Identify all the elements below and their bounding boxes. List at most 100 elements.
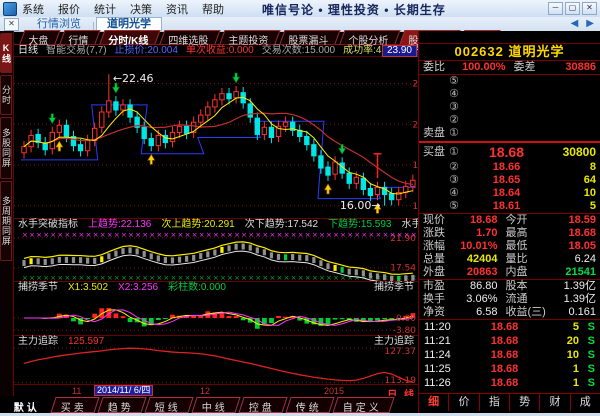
fund-label-2: 股本 xyxy=(498,280,554,293)
app-logo-icon xyxy=(3,2,17,16)
buy-row-3: ④18.6410 xyxy=(419,187,600,200)
buy-row-0: 买盘①18.6830800 xyxy=(419,144,600,161)
svg-text:×: × xyxy=(269,274,275,281)
mainforce-indicator-chart[interactable]: 127.37113.19 xyxy=(14,346,418,384)
tick-direction: S xyxy=(579,334,595,348)
strategy-tab-1[interactable]: 买卖 xyxy=(50,397,99,413)
sell-price xyxy=(465,114,548,127)
date-axis: 2014/11/ 6/四 日 线 11122015 xyxy=(14,384,418,396)
side-tab-1[interactable]: 分时 xyxy=(0,75,12,115)
sell-volume xyxy=(548,75,596,88)
chart-tab-1[interactable]: 行情 xyxy=(59,30,100,44)
sell-side-label: 卖盘 xyxy=(423,127,449,140)
quote-tab-2[interactable]: 指 xyxy=(480,394,510,411)
season-indicator-chart[interactable]: 0.00-3.80 xyxy=(14,292,418,335)
nav-forward-icon[interactable]: ▶ xyxy=(586,18,594,30)
svg-text:×: × xyxy=(156,231,162,239)
chart-tab-4[interactable]: 主题投资 xyxy=(219,30,280,44)
svg-text:×: × xyxy=(411,231,417,239)
sailor-indicator-header: 水手突破指标上趋势:22.136次上趋势:20.291次下趋势:17.542下趋… xyxy=(14,218,418,229)
tick-time: 11:21 xyxy=(424,334,460,348)
strategy-tab-7[interactable]: 自定义 xyxy=(332,397,394,413)
fund-value: 6.58 xyxy=(455,306,498,319)
sailor-indicator-chart[interactable]: 21.9017.54××××××××××××××××××××××××××××××… xyxy=(14,229,418,281)
menu-item-0[interactable]: 系统 xyxy=(22,1,44,17)
minimize-icon[interactable]: ─ xyxy=(548,2,563,15)
stock-title[interactable]: 002632 道明光学 xyxy=(419,44,600,61)
svg-text:×: × xyxy=(206,274,212,281)
buy-price: 18.65 xyxy=(465,174,548,187)
side-tab-2[interactable]: 多股同屏 xyxy=(0,117,12,179)
stat-value: 1.70 xyxy=(455,227,498,240)
stat-value: 42404 xyxy=(455,253,498,266)
tick-time: 11:24 xyxy=(424,348,460,362)
fund-row-2: 净资6.58收益(三)0.161 xyxy=(419,306,600,319)
restore-icon[interactable]: ▢ xyxy=(565,2,580,15)
chart-tab-3[interactable]: 四维选股 xyxy=(159,30,220,44)
svg-text:×: × xyxy=(22,231,28,239)
quote-tab-3[interactable]: 势 xyxy=(510,394,540,411)
close-icon[interactable]: ✕ xyxy=(582,2,597,15)
close-all-icon[interactable]: ✕ xyxy=(4,18,19,31)
menu-item-2[interactable]: 统计 xyxy=(94,1,116,17)
quote-tab-4[interactable]: 财 xyxy=(540,394,570,411)
menu-item-4[interactable]: 资讯 xyxy=(166,1,188,17)
buy-volume: 10 xyxy=(548,187,596,200)
season-indicator-header: 捕捞季节X1:3.502X2:3.256彩柱数:0.000捕捞季节 xyxy=(14,281,418,292)
high-price-label: ←22.46 xyxy=(113,72,154,85)
stock-code: 002632 xyxy=(454,44,503,59)
side-tab-3[interactable]: 多周期同屏 xyxy=(0,181,12,261)
nav-back-icon[interactable]: ◀ xyxy=(571,18,579,30)
stat-value-2: 21541 xyxy=(554,266,597,279)
quote-bottom-tabs: 细价指势财成 xyxy=(419,393,600,411)
svg-text:×: × xyxy=(347,231,353,239)
kline-chart[interactable]: 22201816←22.4616.00→ xyxy=(14,57,418,218)
quote-tab-1[interactable]: 价 xyxy=(449,394,479,411)
svg-text:×: × xyxy=(79,231,85,239)
svg-text:×: × xyxy=(213,231,219,239)
svg-text:×: × xyxy=(368,231,374,239)
sell-volume xyxy=(548,114,596,127)
svg-text:×: × xyxy=(86,274,92,281)
sell-level-icon: ⑤ xyxy=(449,75,465,88)
main-header-title: 主力追踪 xyxy=(18,336,58,347)
single-return-value: 单次收益:0.000 xyxy=(186,45,254,57)
menu-item-3[interactable]: 决策 xyxy=(130,1,152,17)
chart-tab-5[interactable]: 股票漏斗 xyxy=(279,30,340,44)
svg-text:×: × xyxy=(220,231,226,239)
mainforce-indicator-header: 主力追踪125.597主力追踪 xyxy=(14,335,418,346)
strategy-tab-2[interactable]: 趋势 xyxy=(97,397,146,413)
quote-stats-fundamental: 市盈86.80股本1.39亿换手3.06%流通1.39亿净资6.58收益(三)0… xyxy=(419,279,600,319)
strategy-tab-5[interactable]: 控盘 xyxy=(238,397,287,413)
menu-item-5[interactable]: 帮助 xyxy=(202,1,224,17)
date-tick-2: 2015 xyxy=(324,386,344,396)
buy-side-label xyxy=(423,200,449,213)
strategy-tab-6[interactable]: 传统 xyxy=(285,397,334,413)
buy-price: 18.68 xyxy=(465,144,548,161)
quote-tab-0[interactable]: 细 xyxy=(419,394,449,411)
svg-text:×: × xyxy=(333,231,339,239)
indicator-header-smart-trade: 日线 智能交易(7,7) 止损价:20.004 单次收益:0.000 交易次数:… xyxy=(14,45,418,57)
sell-side-label xyxy=(423,101,449,114)
strategy-tab-0[interactable]: 默认 xyxy=(3,397,52,413)
svg-text:×: × xyxy=(170,231,176,239)
svg-text:×: × xyxy=(149,274,155,281)
doc-tab-1[interactable]: 道明光学 xyxy=(96,17,162,31)
chart-tab-0[interactable]: 大盘 xyxy=(19,30,60,44)
buy-queue: 买盘①18.6830800②18.668③18.6564④18.6410⑤18.… xyxy=(419,144,600,213)
side-tab-0[interactable]: K线 xyxy=(0,33,12,73)
svg-text:×: × xyxy=(220,274,226,281)
stat-label: 总量 xyxy=(423,253,455,266)
strategy-tab-4[interactable]: 中线 xyxy=(191,397,240,413)
quote-tab-5[interactable]: 成 xyxy=(571,394,600,411)
svg-text:×: × xyxy=(213,274,219,281)
menu-item-1[interactable]: 报价 xyxy=(58,1,80,17)
stop-price-value: 止损价:20.004 xyxy=(115,45,178,57)
stat-label-2: 最低 xyxy=(498,240,554,253)
chart-tab-6[interactable]: 个股分析 xyxy=(339,30,400,44)
chart-tab-2[interactable]: 分时/K线 xyxy=(99,30,160,44)
strategy-tab-3[interactable]: 短线 xyxy=(144,397,193,413)
svg-text:×: × xyxy=(100,274,106,281)
low-price-label: 16.00→ xyxy=(340,199,381,212)
stat-value-2: 6.24 xyxy=(554,253,597,266)
